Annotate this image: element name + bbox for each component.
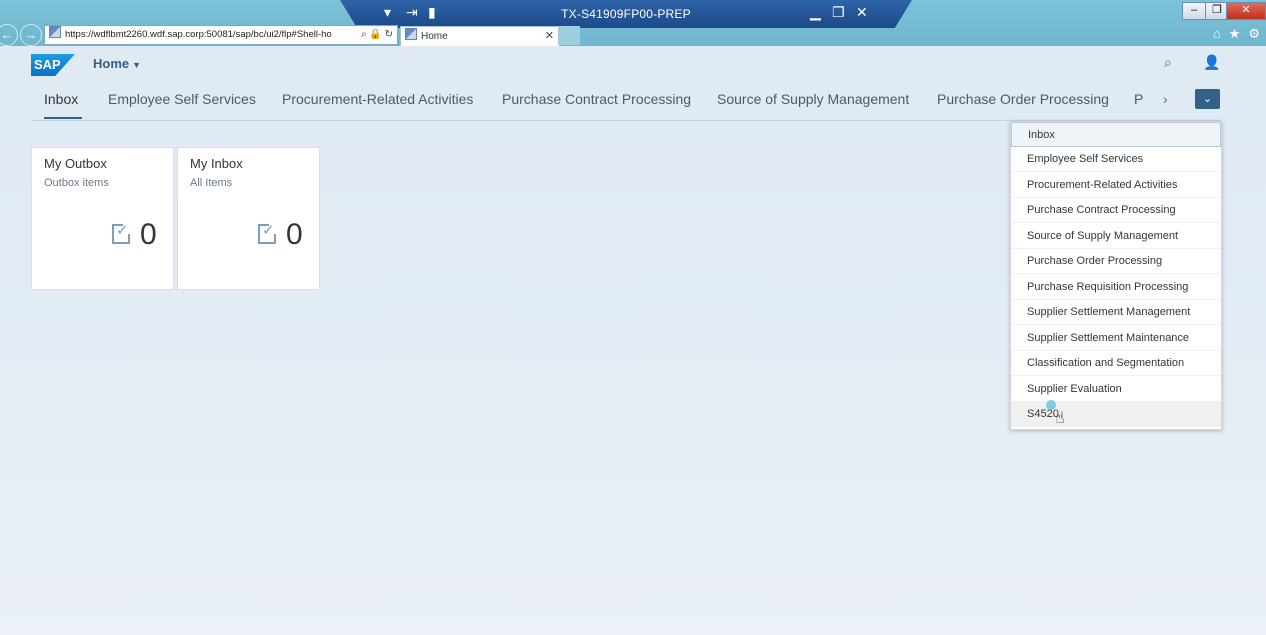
remote-minimize-icon[interactable]: ▁ <box>810 4 821 21</box>
chevron-down-icon: ⌄ <box>1202 93 1213 105</box>
home-menu-button[interactable]: Home ▼ <box>93 56 141 71</box>
browser-tab-home[interactable]: Home ✕ <box>400 26 560 46</box>
dropdown-item-inbox[interactable]: Inbox <box>1011 122 1221 147</box>
chevron-down-icon: ▼ <box>132 60 142 70</box>
remote-session-bar: ▾ ⇥ ▮ TX-S41909FP00-PREP ▁ ❐ ✕ <box>340 0 912 28</box>
dropdown-item-purchase-requisition-processing[interactable]: Purchase Requisition Processing <box>1011 275 1221 300</box>
lock-icon: 🔒 <box>369 29 382 40</box>
search-address-icon[interactable]: ⌕ <box>361 29 367 40</box>
tile-my-outbox[interactable]: My Outbox Outbox items ✓ 0 <box>32 148 173 289</box>
tab-employee-self-services[interactable]: Employee Self Services <box>108 91 256 107</box>
dropdown-item-supplier-settlement-management[interactable]: Supplier Settlement Management <box>1011 300 1221 325</box>
favorites-star-icon[interactable]: ★ <box>1229 26 1241 41</box>
window-close-button[interactable]: ✕ <box>1226 2 1266 20</box>
user-icon[interactable]: 👤 <box>1203 54 1220 71</box>
tile-my-inbox[interactable]: My Inbox All Items ✓ 0 <box>178 148 319 289</box>
remote-restore-icon[interactable]: ❐ <box>832 4 845 21</box>
remote-close-icon[interactable]: ✕ <box>856 4 868 21</box>
settings-gear-icon[interactable]: ⚙ <box>1248 26 1260 41</box>
home-icon[interactable]: ⌂ <box>1213 26 1221 41</box>
tab-purchase-order-processing[interactable]: Purchase Order Processing <box>937 91 1109 107</box>
tab-favicon-icon <box>405 28 417 40</box>
tab-close-icon[interactable]: ✕ <box>545 27 554 46</box>
home-menu-label: Home <box>93 56 130 71</box>
active-tab-indicator <box>44 117 82 119</box>
group-overflow-dropdown: Inbox Employee Self Services Procurement… <box>1010 121 1222 430</box>
tile-count: 0 <box>140 218 157 251</box>
dropdown-item-procurement-related-activities[interactable]: Procurement-Related Activities <box>1011 173 1221 198</box>
refresh-icon[interactable]: ↻ <box>385 29 393 40</box>
chevron-right-icon[interactable]: › <box>1163 91 1168 107</box>
site-favicon-icon <box>49 26 61 38</box>
tab-truncated[interactable]: P <box>1134 91 1143 107</box>
dropdown-item-purchase-order-processing[interactable]: Purchase Order Processing <box>1011 249 1221 274</box>
sap-logo[interactable]: SAP <box>31 54 75 76</box>
tab-purchase-contract-processing[interactable]: Purchase Contract Processing <box>502 91 691 107</box>
tab-procurement-related-activities[interactable]: Procurement-Related Activities <box>282 91 473 107</box>
hand-cursor-icon: ☝ <box>1055 410 1065 427</box>
dropdown-item-classification-and-segmentation[interactable]: Classification and Segmentation <box>1011 351 1221 376</box>
forward-arrow-icon[interactable]: → <box>20 24 42 46</box>
tile-title: My Inbox <box>190 156 243 171</box>
tile-subtitle: Outbox items <box>44 177 109 189</box>
tab-inbox[interactable]: Inbox <box>44 91 78 107</box>
dropdown-item-s4520[interactable]: S4520 <box>1011 402 1221 427</box>
remote-session-title: TX-S41909FP00-PREP <box>561 7 691 21</box>
dropdown-item-supplier-settlement-maintenance[interactable]: Supplier Settlement Maintenance <box>1011 326 1221 351</box>
tab-source-of-supply-management[interactable]: Source of Supply Management <box>717 91 909 107</box>
new-tab-button[interactable] <box>558 26 580 45</box>
tile-title: My Outbox <box>44 156 107 171</box>
dropdown-item-purchase-contract-processing[interactable]: Purchase Contract Processing <box>1011 198 1221 223</box>
search-icon[interactable]: ⌕ <box>1164 54 1172 71</box>
tab-title: Home <box>421 31 448 42</box>
browser-right-icons: ⌂ ★ ⚙ <box>1205 26 1260 42</box>
address-bar[interactable]: https://wdflbmt2260.wdf.sap.corp:50081/s… <box>44 25 398 45</box>
tab-overflow-button[interactable]: ⌄ <box>1195 89 1220 109</box>
tile-count: 0 <box>286 218 303 251</box>
dropdown-item-source-of-supply-management[interactable]: Source of Supply Management <box>1011 224 1221 249</box>
dropdown-item-supplier-evaluation[interactable]: Supplier Evaluation <box>1011 377 1221 402</box>
address-url: https://wdflbmt2260.wdf.sap.corp:50081/s… <box>65 29 332 40</box>
tile-subtitle: All Items <box>190 177 233 189</box>
dropdown-item-employee-self-services[interactable]: Employee Self Services <box>1011 147 1221 172</box>
address-tools: ⌕ 🔒 ↻ <box>361 26 393 44</box>
window-minimize-button[interactable]: – <box>1182 2 1206 20</box>
